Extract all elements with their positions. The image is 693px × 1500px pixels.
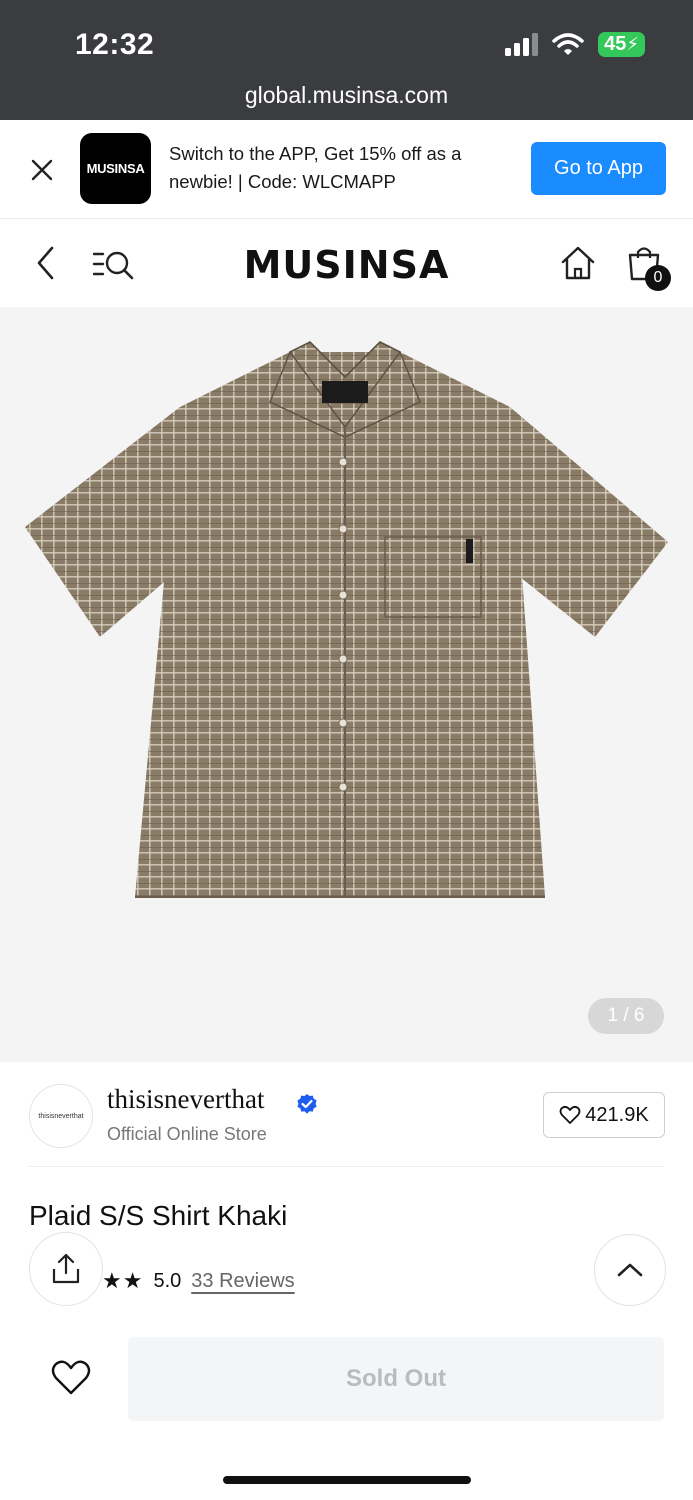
signal-icon (505, 32, 539, 56)
scroll-to-top-button[interactable] (594, 1234, 666, 1306)
product-image-carousel[interactable] (0, 307, 693, 1062)
promo-message: Switch to the APP, Get 15% off as a newb… (169, 143, 462, 192)
share-button[interactable] (29, 1232, 103, 1306)
battery-level: 45 (604, 33, 627, 55)
address-bar-url[interactable]: global.musinsa.com (0, 82, 693, 109)
go-to-app-button[interactable]: Go to App (531, 142, 666, 195)
store-like-button[interactable]: 421.9K (543, 1092, 665, 1138)
store-like-count: 421.9K (585, 1103, 649, 1126)
sold-out-button[interactable]: Sold Out (128, 1337, 664, 1421)
rating-stars: ★★ (102, 1268, 144, 1293)
app-logo: MUSINSA (80, 133, 151, 204)
charging-icon: ⚡ (626, 34, 639, 54)
store-avatar[interactable]: thisisneverthat (29, 1084, 93, 1148)
home-indicator[interactable] (223, 1476, 471, 1484)
browser-top-bar: 12:32 45 ⚡ global.musinsa.com (0, 0, 693, 120)
home-icon[interactable] (559, 245, 597, 281)
app-promo-banner: MUSINSA Switch to the APP, Get 15% off a… (0, 120, 693, 219)
product-title: Plaid S/S Shirt Khaki (29, 1200, 288, 1231)
status-icons: 45 ⚡ (504, 32, 645, 57)
store-subtitle: Official Online Store (107, 1124, 267, 1144)
close-icon[interactable] (28, 156, 56, 184)
reviews-link[interactable]: 33 Reviews (191, 1270, 294, 1293)
wishlist-heart-icon[interactable] (50, 1358, 92, 1398)
section-divider (29, 1166, 664, 1167)
rating-score: 5.0 (153, 1269, 182, 1292)
site-header: MUSINSA 0 (0, 219, 693, 307)
verified-badge-icon (297, 1094, 317, 1114)
wifi-icon (552, 32, 584, 55)
store-name[interactable]: thisisneverthat (107, 1084, 264, 1115)
chevron-up-icon (617, 1263, 643, 1277)
status-time: 12:32 (75, 28, 155, 61)
heart-icon (559, 1105, 581, 1124)
share-icon (52, 1253, 80, 1284)
battery-indicator: 45 ⚡ (598, 32, 645, 57)
plaid-shirt-image (25, 341, 668, 898)
image-counter: 1 / 6 (588, 998, 664, 1034)
cart-count-badge: 0 (645, 265, 671, 291)
rating-row: ★★ 5.0 33 Reviews (102, 1268, 295, 1294)
